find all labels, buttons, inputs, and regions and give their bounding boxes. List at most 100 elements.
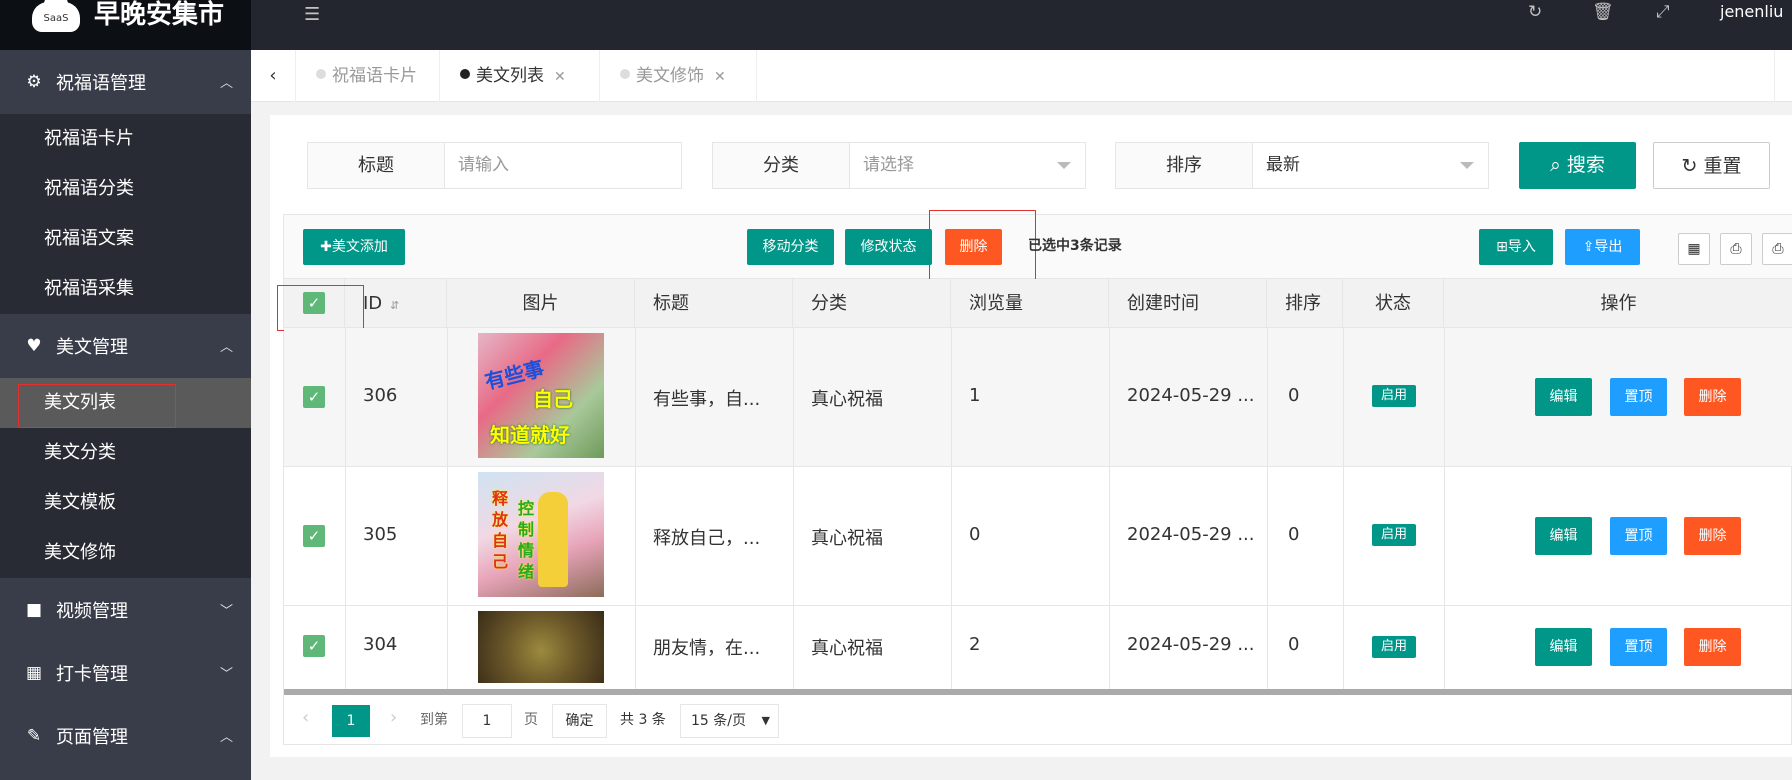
- menu-collapse-icon[interactable]: ☰: [304, 4, 320, 25]
- cell-created: 2024-05-29 ...: [1127, 634, 1255, 655]
- edit-button[interactable]: 编辑: [1535, 378, 1592, 416]
- chevron-left-icon[interactable]: ‹: [251, 50, 296, 102]
- app-name: 早晚安集市: [94, 0, 225, 30]
- sidebar-item-blessing-card[interactable]: 祝福语卡片: [0, 114, 251, 164]
- divider: [951, 328, 952, 467]
- divider: [1343, 606, 1344, 689]
- sidebar-group-video[interactable]: ■ 视频管理 ﹀: [0, 578, 251, 641]
- delete-button[interactable]: 删除: [1684, 517, 1741, 555]
- chevron-up-icon: ︿: [219, 340, 233, 355]
- divider: [635, 606, 636, 689]
- category-select[interactable]: 请选择: [863, 143, 914, 188]
- page-current[interactable]: 1: [332, 705, 370, 737]
- chevron-left-icon[interactable]: ‹: [302, 707, 309, 728]
- row-checkbox[interactable]: ✓: [303, 635, 325, 657]
- close-icon[interactable]: ✕: [714, 69, 726, 85]
- table-row: ✓ 305 释放自己 控制情绪 释放自己，... 真心祝福 0 2024-05-…: [284, 467, 1792, 606]
- title-label: 标题: [308, 143, 445, 188]
- tab-article-list[interactable]: 美文列表 ✕: [440, 50, 600, 102]
- logo-text: SaaS: [43, 13, 69, 24]
- reset-button-label: 重置: [1703, 155, 1742, 177]
- cell-sort: 0: [1288, 634, 1300, 655]
- sort-select[interactable]: 最新: [1266, 143, 1300, 188]
- edit-button[interactable]: 编辑: [1535, 517, 1592, 555]
- divider: [635, 467, 636, 606]
- table-toolbar: ✚美文添加 移动分类 修改状态 删除 已选中3条记录 ⊞导入 ⇪导出 ▦ ⎙ ⎙: [284, 210, 1792, 284]
- sidebar-group-label: 页面管理: [56, 726, 128, 748]
- chevron-right-icon[interactable]: ›: [390, 707, 397, 728]
- sidebar-item-blessing-category[interactable]: 祝福语分类: [0, 164, 251, 214]
- reset-button[interactable]: ↻ 重置: [1653, 142, 1770, 189]
- search-button[interactable]: ⌕ 搜索: [1519, 142, 1636, 189]
- cell-id: 305: [363, 524, 398, 545]
- move-category-button[interactable]: 移动分类: [747, 229, 834, 265]
- cell-created: 2024-05-29 ...: [1127, 524, 1255, 545]
- sidebar-item-blessing-collect[interactable]: 祝福语采集: [0, 264, 251, 314]
- highlight-box: [929, 210, 1036, 284]
- import-button[interactable]: ⊞导入: [1479, 229, 1553, 265]
- sidebar-group-articles[interactable]: ♥ 美文管理 ︿: [0, 314, 251, 378]
- video-icon: ■: [25, 599, 43, 620]
- app-root: SaaS 早晚安集市 ☰ ↻ 🗑 ⤢ jenenliu ⚙ 祝福语管理 ︿ 祝福…: [0, 0, 1792, 780]
- tab-blessing-card[interactable]: 祝福语卡片: [296, 50, 440, 102]
- column-views: 浏览量: [951, 279, 1109, 328]
- selected-count: 已选中3条记录: [1028, 238, 1122, 254]
- change-status-button[interactable]: 修改状态: [845, 229, 932, 265]
- sidebar-group-blessing[interactable]: ⚙ 祝福语管理 ︿: [0, 50, 251, 114]
- title-input[interactable]: 请输入: [458, 143, 509, 188]
- fullscreen-icon[interactable]: ⤢: [1656, 2, 1670, 22]
- category-field: 分类 请选择: [712, 142, 1086, 189]
- plus-box-icon: ⊞: [1496, 239, 1508, 255]
- divider: [793, 467, 794, 606]
- close-icon[interactable]: ✕: [554, 69, 566, 85]
- pin-top-button[interactable]: 置顶: [1610, 628, 1667, 666]
- table-header: ✓ ID ⇵ 图片 标题 分类 浏览量 创建时间 排序 状态 操作: [284, 279, 1792, 328]
- delete-button[interactable]: 删除: [1684, 378, 1741, 416]
- tab-dot-icon: [460, 69, 470, 79]
- cell-title: 释放自己，...: [653, 528, 761, 549]
- export-label: 导出: [1594, 239, 1623, 255]
- add-article-button[interactable]: ✚美文添加: [303, 229, 405, 265]
- sidebar-group-label: 视频管理: [56, 600, 128, 622]
- chevron-down-icon: ﹀: [219, 604, 233, 619]
- sidebar-group-checkin[interactable]: ▦ 打卡管理 ﹀: [0, 641, 251, 704]
- export-button[interactable]: ⇪导出: [1565, 229, 1640, 265]
- sidebar-item-article-template[interactable]: 美文模板: [0, 478, 251, 528]
- sidebar-item-article-list[interactable]: 美文列表: [0, 378, 251, 428]
- row-checkbox[interactable]: ✓: [303, 525, 325, 547]
- image-caption: 知道就好: [490, 423, 570, 447]
- page-input[interactable]: 1: [462, 704, 512, 738]
- trash-icon[interactable]: 🗑: [1592, 2, 1614, 22]
- delete-button[interactable]: 删除: [1684, 628, 1741, 666]
- pin-top-button[interactable]: 置顶: [1610, 378, 1667, 416]
- sidebar-item-article-decor[interactable]: 美文修饰: [0, 528, 251, 578]
- highlight-box: [18, 384, 176, 428]
- image-caption: 释放自己: [492, 489, 509, 571]
- divider: [1109, 328, 1110, 467]
- pin-top-button[interactable]: 置顶: [1610, 517, 1667, 555]
- sidebar-group-pages[interactable]: ✎ 页面管理 ︿: [0, 704, 251, 767]
- divider: [345, 606, 346, 689]
- sidebar-submenu-articles: 美文列表 美文分类 美文模板 美文修饰: [0, 378, 251, 578]
- tab-scroll-right[interactable]: [1774, 50, 1792, 102]
- print-icon[interactable]: ⎙: [1762, 233, 1792, 265]
- refresh-icon: ↻: [1681, 155, 1704, 177]
- export-file-icon[interactable]: ⎙: [1720, 233, 1752, 265]
- columns-icon[interactable]: ▦: [1678, 233, 1710, 265]
- divider: [1267, 328, 1268, 467]
- sidebar-item-article-category[interactable]: 美文分类: [0, 428, 251, 478]
- row-checkbox[interactable]: ✓: [303, 386, 325, 408]
- sidebar-group-label: 打卡管理: [56, 663, 128, 685]
- column-id-label: ID: [363, 293, 383, 314]
- article-image: 释放自己 控制情绪: [478, 472, 604, 597]
- divider: [793, 606, 794, 689]
- user-menu[interactable]: jenenliu: [1720, 2, 1783, 21]
- caret-down-icon: [1460, 162, 1474, 169]
- edit-button[interactable]: 编辑: [1535, 628, 1592, 666]
- image-caption: 控制情绪: [518, 499, 535, 581]
- refresh-icon[interactable]: ↻: [1528, 2, 1542, 22]
- tab-article-decor[interactable]: 美文修饰 ✕: [600, 50, 757, 102]
- sidebar-item-blessing-copy[interactable]: 祝福语文案: [0, 214, 251, 264]
- goto-confirm-button[interactable]: 确定: [552, 704, 607, 738]
- per-page-select[interactable]: 15 条/页 ▼: [680, 704, 779, 738]
